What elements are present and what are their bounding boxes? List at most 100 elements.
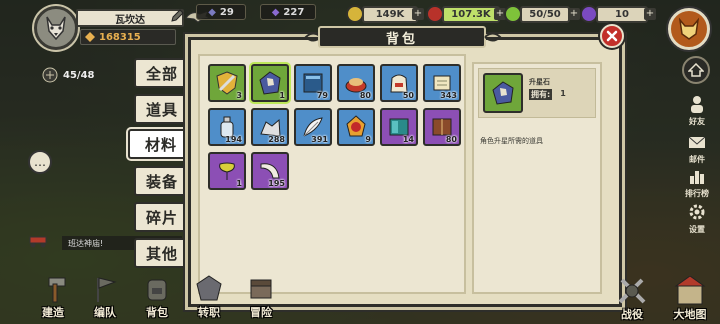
- nav-build[interactable]: 建造: [30, 274, 76, 324]
- item-slot[interactable]: 391: [294, 108, 332, 146]
- nav-adventure-label: 冒险: [250, 306, 272, 319]
- item-qty: 1: [279, 91, 285, 100]
- team-flag-icon: [97, 277, 117, 302]
- power-icon: [85, 32, 95, 42]
- food-amount: 107.3K: [442, 6, 500, 23]
- item-slot[interactable]: 343: [423, 64, 461, 102]
- nav-team[interactable]: 编队: [82, 274, 128, 324]
- nav-class[interactable]: 转职: [186, 274, 232, 324]
- guild-emblem[interactable]: [668, 8, 710, 50]
- cart-icon[interactable]: [26, 232, 52, 248]
- wolf-portrait-icon: [46, 16, 66, 41]
- tab-fragments[interactable]: 碎片: [134, 202, 190, 232]
- item-slot-selected[interactable]: 1: [251, 64, 289, 102]
- item-qty: 9: [365, 135, 371, 144]
- title-ornament-right-icon: [484, 32, 502, 42]
- stamina-value: 29: [219, 6, 234, 18]
- item-qty: 343: [440, 91, 457, 100]
- item-slot[interactable]: 3: [208, 64, 246, 102]
- world-map-button[interactable]: 大地图: [670, 276, 710, 322]
- gear-icon: [689, 204, 705, 220]
- nav-class-label: 转职: [198, 306, 220, 319]
- mail-label: 邮件: [689, 155, 705, 164]
- detail-description: 角色升星所需的道具: [480, 137, 543, 145]
- item-slot[interactable]: 1: [208, 152, 246, 190]
- chat-button[interactable]: …: [28, 150, 52, 174]
- mail-button[interactable]: 邮件: [682, 132, 712, 165]
- quest-map-icon: [42, 67, 58, 83]
- home-button[interactable]: [682, 56, 710, 84]
- wolf-emblem-icon: [678, 17, 700, 40]
- item-qty: 194: [225, 135, 242, 144]
- star-stone-icon: [492, 81, 514, 105]
- item-slot[interactable]: 194: [208, 108, 246, 146]
- item-qty: 288: [268, 135, 285, 144]
- gem-amount: 10: [596, 6, 648, 23]
- item-slot[interactable]: 80: [337, 64, 375, 102]
- settings-button[interactable]: 设置: [682, 202, 712, 235]
- detail-item-icon: [483, 73, 523, 113]
- class-change-icon: [196, 275, 222, 301]
- quest-counter[interactable]: 45/48: [42, 66, 102, 84]
- settings-label: 设置: [689, 225, 705, 234]
- energy-icon: ◆: [271, 6, 280, 18]
- tab-materials[interactable]: 材料: [128, 129, 194, 159]
- bottom-nav: 建造 编队 背包 转职 冒险: [30, 264, 284, 324]
- close-icon: [606, 30, 618, 42]
- item-qty: 195: [268, 179, 285, 188]
- stamina-bar: ◆ 29: [196, 4, 246, 20]
- item-slot[interactable]: 9: [337, 108, 375, 146]
- tab-props[interactable]: 道具: [134, 94, 190, 124]
- item-slot[interactable]: 14: [380, 108, 418, 146]
- hut-icon: [688, 63, 704, 77]
- item-slot[interactable]: 195: [251, 152, 289, 190]
- add-gold-button[interactable]: +: [412, 8, 424, 20]
- edit-name-icon[interactable]: [170, 9, 184, 23]
- news-text: 班达神庙!: [68, 238, 104, 248]
- item-qty: 79: [316, 91, 328, 100]
- nav-build-label: 建造: [42, 306, 64, 319]
- nav-team-label: 编队: [94, 306, 116, 319]
- energy-bar: ◆ 227: [260, 4, 316, 20]
- item-slot[interactable]: 79: [294, 64, 332, 102]
- item-slot[interactable]: 80: [423, 108, 461, 146]
- add-gem-button[interactable]: +: [644, 8, 656, 20]
- nav-adventure[interactable]: 冒险: [238, 274, 284, 324]
- nav-backpack-label: 背包: [146, 306, 168, 319]
- item-qty: 391: [311, 135, 328, 144]
- item-detail-pane: 升星石 拥有: 1 角色升星所需的道具: [472, 62, 602, 294]
- battle-button[interactable]: 战役: [614, 276, 650, 322]
- add-lightning-button[interactable]: +: [568, 8, 580, 20]
- battle-label: 战役: [621, 308, 643, 321]
- mail-icon: [688, 136, 706, 148]
- friends-button[interactable]: 好友: [682, 94, 712, 127]
- item-slot[interactable]: 288: [251, 108, 289, 146]
- player-avatar[interactable]: [34, 6, 78, 50]
- player-name: 瓦坎达: [76, 9, 184, 27]
- hammer-icon: [48, 277, 66, 303]
- castle-icon: [674, 276, 706, 305]
- tab-all[interactable]: 全部: [134, 58, 190, 88]
- nav-backpack[interactable]: 背包: [134, 274, 180, 324]
- item-grid: 3 1 79 80 50 343 194 288 391 9 14 80 1 1…: [198, 54, 466, 294]
- power-value: 168315: [99, 31, 141, 43]
- item-detail-header: 升星石 拥有: 1: [478, 68, 596, 118]
- owned-label: 拥有:: [529, 89, 553, 100]
- gold-amount: 149K: [362, 6, 418, 23]
- friends-icon: [691, 96, 703, 113]
- close-button[interactable]: [600, 24, 624, 48]
- backpack-icon: [147, 279, 167, 301]
- item-slot[interactable]: 50: [380, 64, 418, 102]
- ranking-button[interactable]: 排行榜: [682, 166, 712, 199]
- lightning-amount: 50/50: [520, 6, 570, 23]
- item-qty: 80: [445, 135, 457, 144]
- item-qty: 14: [402, 135, 414, 144]
- friends-label: 好友: [689, 117, 705, 126]
- ranking-label: 排行榜: [685, 189, 709, 198]
- ranking-icon: [690, 171, 704, 184]
- detail-item-name: 升星石: [529, 78, 550, 86]
- world-map-label: 大地图: [673, 308, 707, 321]
- detail-owned: 拥有: 1: [529, 89, 566, 100]
- tab-equipment[interactable]: 装备: [134, 166, 190, 196]
- power-display: 168315: [80, 29, 176, 45]
